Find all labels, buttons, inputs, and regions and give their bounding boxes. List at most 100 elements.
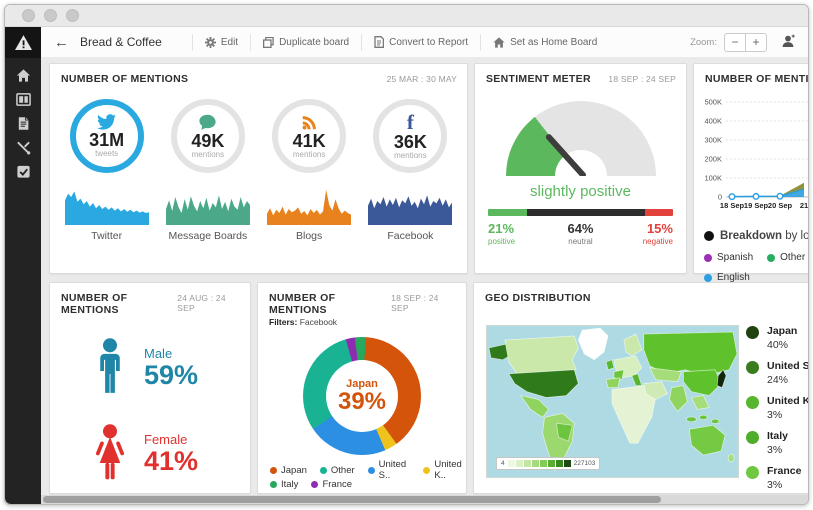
legend-dot xyxy=(270,481,277,488)
traffic-light-minimize[interactable] xyxy=(44,9,57,22)
positive-label: positive xyxy=(488,237,549,246)
card-number-of-mentions-sources: NUMBER OF MENTIONS 25 MAR : 30 MAY 31M t… xyxy=(49,63,468,274)
male-icon xyxy=(94,338,126,398)
duplicate-icon xyxy=(263,37,274,48)
card-date-range: 24 AUG : 24 SEP xyxy=(177,293,240,313)
alert-triangle-icon xyxy=(15,35,32,50)
mentions-line-chart: 0100K200K300K400K500K18 Sep19 Sep20 Sep2… xyxy=(696,90,808,230)
sentiment-bar-segment xyxy=(645,209,673,216)
blogs-ring: 41K mentions xyxy=(272,99,346,173)
card-title: NUMBER OF MENTIONS xyxy=(61,73,188,85)
message-boards-unit: mentions xyxy=(192,150,224,159)
neutral-stat: 64% neutral xyxy=(550,221,611,246)
donut-hole: Japan 39% xyxy=(326,360,398,432)
male-stat: Male 59% xyxy=(94,338,250,398)
card-date-range: 18 SEP : 24 SEP xyxy=(608,74,676,84)
zoom-out-button[interactable]: − xyxy=(724,33,746,52)
scrollbar-thumb[interactable] xyxy=(43,496,661,503)
duplicate-board-button[interactable]: Duplicate board xyxy=(251,27,361,57)
sidebar-monitor-icon[interactable] xyxy=(16,140,31,155)
app-window: ← Bread & Coffee Edit Duplicate board Co… xyxy=(4,4,809,505)
legend-dot xyxy=(311,481,318,488)
facebook-sparkline xyxy=(368,185,452,225)
blogs-value: 41K xyxy=(293,132,326,150)
board-title: Bread & Coffee xyxy=(80,35,162,49)
filters-label: Filters: xyxy=(269,317,297,327)
geo-legend-item: United King3% xyxy=(746,395,808,421)
legend-dot xyxy=(767,254,775,262)
facebook-ring: f 36K mentions xyxy=(373,99,447,173)
filters-value: Facebook xyxy=(300,317,337,327)
legend-item-japan: Japan xyxy=(270,459,307,481)
svg-text:200K: 200K xyxy=(704,155,722,164)
scale-min: 4 xyxy=(501,460,505,467)
legend-item-other: Other xyxy=(320,459,355,481)
twitter-value: 31M xyxy=(89,131,124,149)
geo-legend-item: United Stat24% xyxy=(746,360,808,386)
facebook-unit: mentions xyxy=(394,151,426,160)
legend-dot xyxy=(704,231,714,241)
twitter-icon xyxy=(97,114,116,130)
legend-dot xyxy=(368,467,375,474)
legend-dot xyxy=(320,467,327,474)
geo-legend: Japan40%United Stat24%United King3%Italy… xyxy=(746,325,808,491)
set-home-board-button[interactable]: Set as Home Board xyxy=(481,27,609,57)
source-facebook: f 36K mentions Facebook xyxy=(362,99,458,242)
legend-dot xyxy=(746,431,759,444)
country-donut-chart: Japan 39% xyxy=(303,337,421,455)
svg-text:100K: 100K xyxy=(704,174,722,183)
back-button[interactable]: ← xyxy=(41,34,80,51)
card-title: NUMBER OF MENTIONS xyxy=(705,73,808,85)
message-boards-value: 49K xyxy=(191,132,224,150)
user-icon xyxy=(781,34,796,48)
scale-swatch xyxy=(564,460,571,467)
legend-dot xyxy=(423,467,430,474)
source-twitter: 31M tweets Twitter xyxy=(59,99,155,242)
blogs-sparkline xyxy=(267,185,351,225)
scale-swatch xyxy=(508,460,515,467)
male-pct: 59% xyxy=(144,361,198,389)
sentiment-verdict: slightly positive xyxy=(475,183,686,200)
edit-button[interactable]: Edit xyxy=(193,27,250,57)
facebook-value: 36K xyxy=(394,133,427,151)
female-label: Female xyxy=(144,432,198,447)
negative-stat: 15% negative xyxy=(612,221,673,246)
convert-to-report-button[interactable]: Convert to Report xyxy=(362,27,480,57)
card-title: NUMBER OF MENTIONS xyxy=(269,292,391,316)
filters-line: Filters: Facebook xyxy=(258,316,466,327)
svg-text:500K: 500K xyxy=(704,98,722,107)
twitter-unit: tweets xyxy=(95,149,118,158)
scale-swatches xyxy=(508,460,571,467)
card-title: NUMBER OF MENTIONS xyxy=(61,292,177,316)
scale-swatch xyxy=(556,460,563,467)
card-geo-distribution: GEO DISTRIBUTION xyxy=(473,282,808,494)
zoom-in-button[interactable]: + xyxy=(745,33,767,52)
legend-dot xyxy=(746,326,759,339)
positive-stat: 21% positive xyxy=(488,221,549,246)
message-boards-label: Message Boards xyxy=(168,230,247,242)
world-map-svg xyxy=(487,326,738,477)
set-home-board-label: Set as Home Board xyxy=(510,37,597,48)
legend-item-other: Other xyxy=(767,252,805,263)
legend-heading: Breakdown by location xyxy=(704,230,808,242)
geo-legend-item: Italy3% xyxy=(746,430,808,456)
sidebar-report-icon[interactable] xyxy=(16,116,31,131)
rss-icon xyxy=(301,114,318,131)
user-menu-button[interactable] xyxy=(781,34,796,51)
legend-dot xyxy=(704,254,712,262)
twitter-ring: 31M tweets xyxy=(70,99,144,173)
male-label: Male xyxy=(144,346,198,361)
female-pct: 41% xyxy=(144,447,198,475)
legend-dot xyxy=(746,361,759,374)
card-title: GEO DISTRIBUTION xyxy=(485,292,591,304)
facebook-icon: f xyxy=(407,112,414,133)
traffic-light-close[interactable] xyxy=(22,9,35,22)
donut-legend-row: Japan Other United S.. United K.. xyxy=(270,459,466,481)
sidebar-home-icon[interactable] xyxy=(16,68,31,83)
svg-text:400K: 400K xyxy=(704,117,722,126)
scale-swatch xyxy=(532,460,539,467)
traffic-light-zoom[interactable] xyxy=(66,9,79,22)
sidebar-tasks-icon[interactable] xyxy=(16,164,31,179)
sidebar-boards-icon[interactable] xyxy=(16,92,31,107)
app-sidebar xyxy=(5,27,41,504)
